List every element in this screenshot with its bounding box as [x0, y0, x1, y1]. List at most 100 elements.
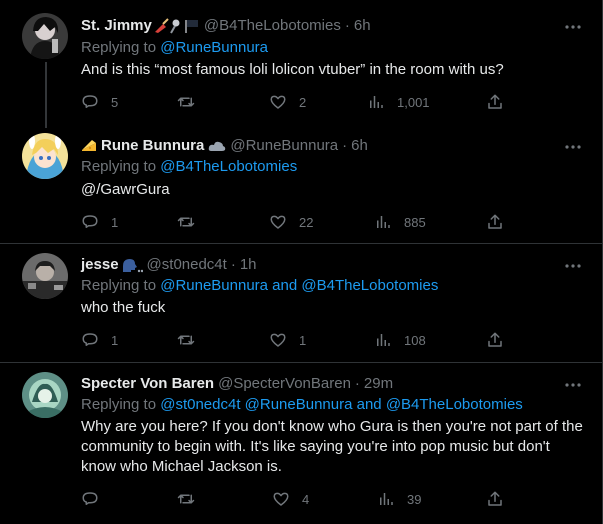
views-count: 108	[404, 332, 426, 348]
display-name[interactable]: St. Jimmy	[81, 16, 152, 36]
like-count: 22	[299, 214, 314, 230]
more-dots-icon[interactable]	[564, 257, 582, 275]
tweet-specter-von-baren[interactable]: Specter Von Baren @SpecterVonBaren · 29m…	[0, 366, 602, 518]
like-button[interactable]: 1	[269, 330, 306, 350]
share-button[interactable]	[486, 212, 504, 232]
views-chart-icon	[377, 216, 390, 228]
user-handle[interactable]: @RuneBunnura	[230, 136, 338, 156]
more-dots-icon[interactable]	[564, 18, 582, 36]
guitar-mic-flag-emoji-icon	[154, 18, 198, 34]
replying-to: Replying to @RuneBunnura	[81, 38, 268, 58]
cheese-emoji-icon	[81, 138, 97, 154]
heart-icon	[270, 333, 286, 347]
avatar[interactable]	[22, 372, 68, 418]
tweet-actions: 4 39	[81, 489, 521, 509]
tweet-actions: 1 1 108	[81, 330, 521, 350]
tweet-divider	[0, 243, 602, 244]
tweet-text: Why are you here? If you don't know who …	[81, 418, 583, 475]
avatar-image-rune-bunnura	[22, 133, 68, 179]
views-button[interactable]: 39	[377, 489, 421, 509]
retweet-icon	[177, 494, 195, 504]
like-button[interactable]: 22	[269, 212, 313, 232]
views-count: 39	[407, 491, 422, 507]
avatar-image-jesse	[22, 253, 68, 299]
replying-mention[interactable]: @st0nedc4t @RuneBunnura and @B4TheLoboto…	[160, 396, 523, 413]
reply-count: 1	[111, 332, 119, 348]
reply-icon	[82, 95, 98, 108]
replying-to: Replying to @st0nedc4t @RuneBunnura and …	[81, 395, 523, 415]
views-button[interactable]: 108	[374, 330, 426, 350]
tweet-timestamp[interactable]: 29m	[364, 374, 393, 394]
replying-prefix: Replying to	[81, 396, 161, 413]
tweet-header: St. Jimmy @B4TheLobotomies · 6h	[81, 16, 371, 36]
like-count: 2	[299, 94, 307, 110]
replying-prefix: Replying to	[81, 39, 161, 56]
separator-dot: ·	[344, 17, 350, 34]
views-chart-icon	[370, 96, 383, 108]
tweet-timestamp[interactable]: 6h	[351, 136, 368, 156]
avatar[interactable]	[22, 133, 68, 179]
tweet-text: who the fuck	[81, 299, 166, 316]
replying-to: Replying to @RuneBunnura and @B4TheLobot…	[81, 276, 438, 296]
share-button[interactable]	[486, 330, 504, 350]
retweet-button[interactable]	[177, 92, 207, 112]
reply-icon	[82, 333, 98, 346]
user-handle[interactable]: @B4TheLobotomies	[204, 16, 341, 36]
retweet-button[interactable]	[177, 489, 207, 509]
like-count: 1	[299, 332, 307, 348]
retweet-icon	[177, 335, 195, 345]
retweet-icon	[177, 217, 195, 227]
replying-mention[interactable]: @RuneBunnura and @B4TheLobotomies	[160, 277, 438, 294]
share-icon	[488, 332, 502, 347]
user-handle[interactable]: @st0nedc4t	[147, 255, 227, 275]
replying-mention[interactable]: @RuneBunnura	[160, 39, 268, 56]
display-name[interactable]: jesse	[81, 255, 119, 275]
retweet-icon	[177, 97, 195, 107]
views-button[interactable]: 1,001	[367, 92, 430, 112]
share-icon	[488, 214, 502, 229]
tweet-timestamp[interactable]: 6h	[354, 16, 371, 36]
separator-dot: ·	[342, 137, 348, 154]
tweet-jesse[interactable]: jesse @st0nedc4t · 1h Replying to @RuneB…	[0, 247, 602, 359]
reply-button[interactable]: 1	[81, 330, 118, 350]
tweet-st-jimmy[interactable]: St. Jimmy @B4TheLobotomies · 6h Replying…	[0, 8, 602, 120]
heart-icon	[273, 492, 289, 506]
like-count: 4	[302, 491, 310, 507]
tweet-divider	[0, 362, 602, 363]
display-name[interactable]: Rune Bunnura	[101, 136, 204, 156]
reply-icon	[82, 215, 98, 228]
tweet-rune-bunnura[interactable]: Rune Bunnura @RuneBunnura · 6h Replying …	[0, 128, 602, 240]
like-button[interactable]: 2	[269, 92, 306, 112]
share-icon	[488, 94, 502, 109]
storm-cloud-emoji-icon	[208, 139, 226, 153]
user-handle[interactable]: @SpecterVonBaren	[218, 374, 351, 394]
share-icon	[488, 491, 502, 506]
more-dots-icon[interactable]	[564, 138, 582, 156]
display-name[interactable]: Specter Von Baren	[81, 374, 214, 394]
tweet-actions: 1 22 885	[81, 212, 521, 232]
views-button[interactable]: 885	[374, 212, 426, 232]
share-button[interactable]	[486, 489, 504, 509]
reply-count: 5	[111, 94, 119, 110]
reply-button[interactable]: 5	[81, 92, 118, 112]
tweet-actions: 5 2 1,001	[81, 92, 521, 112]
tweet-header: Rune Bunnura @RuneBunnura · 6h	[81, 136, 368, 156]
more-dots-icon[interactable]	[564, 376, 582, 394]
retweet-button[interactable]	[177, 330, 207, 350]
views-chart-icon	[380, 493, 393, 505]
tweet-timestamp[interactable]: 1h	[240, 255, 257, 275]
avatar[interactable]	[22, 253, 68, 299]
share-button[interactable]	[486, 92, 504, 112]
replying-prefix: Replying to	[81, 158, 161, 175]
retweet-button[interactable]	[177, 212, 207, 232]
views-count: 1,001	[397, 94, 430, 110]
tweet-text: And is this “most famous loli lolicon vt…	[81, 61, 504, 78]
reply-button[interactable]	[81, 489, 111, 509]
replying-prefix: Replying to	[81, 277, 161, 294]
like-button[interactable]: 4	[272, 489, 309, 509]
avatar[interactable]	[22, 13, 68, 59]
separator-dot: ·	[230, 256, 236, 273]
reply-button[interactable]: 1	[81, 212, 118, 232]
speaking-head-emoji-icon	[121, 257, 143, 273]
replying-mention[interactable]: @B4TheLobotomies	[160, 158, 297, 175]
